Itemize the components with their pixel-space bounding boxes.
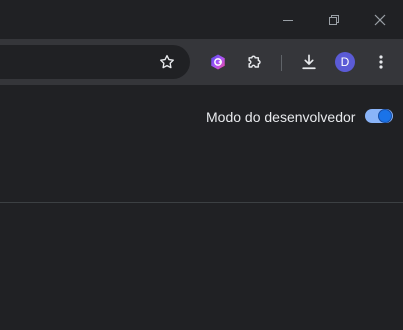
toggle-thumb — [379, 110, 391, 122]
developer-mode-toggle[interactable] — [365, 108, 393, 124]
developer-mode-label: Modo do desenvolvedor — [206, 109, 356, 125]
kebab-menu-icon — [379, 55, 383, 69]
close-icon — [374, 14, 386, 25]
title-bar — [0, 0, 403, 39]
extensions-menu-button[interactable] — [240, 47, 270, 77]
restore-icon — [329, 14, 339, 25]
puzzle-icon — [248, 55, 261, 68]
minimize-icon — [283, 19, 293, 21]
downloads-button[interactable] — [294, 47, 324, 77]
extensions-page: Modo do desenvolvedor — [0, 85, 403, 330]
browser-toolbar: D — [0, 39, 403, 85]
chrome-menu-button[interactable] — [366, 47, 396, 77]
restore-button[interactable] — [311, 0, 357, 39]
minimize-button[interactable] — [265, 0, 311, 39]
toolbar-separator — [281, 55, 282, 71]
profile-button[interactable]: D — [330, 47, 360, 77]
colorful-extension-icon — [211, 54, 225, 70]
close-button[interactable] — [357, 0, 403, 39]
header-divider — [0, 202, 403, 203]
star-icon — [160, 54, 174, 69]
extension-button[interactable] — [203, 47, 233, 77]
bookmark-star-button[interactable] — [152, 47, 182, 77]
avatar: D — [335, 52, 355, 72]
download-icon — [302, 54, 316, 70]
